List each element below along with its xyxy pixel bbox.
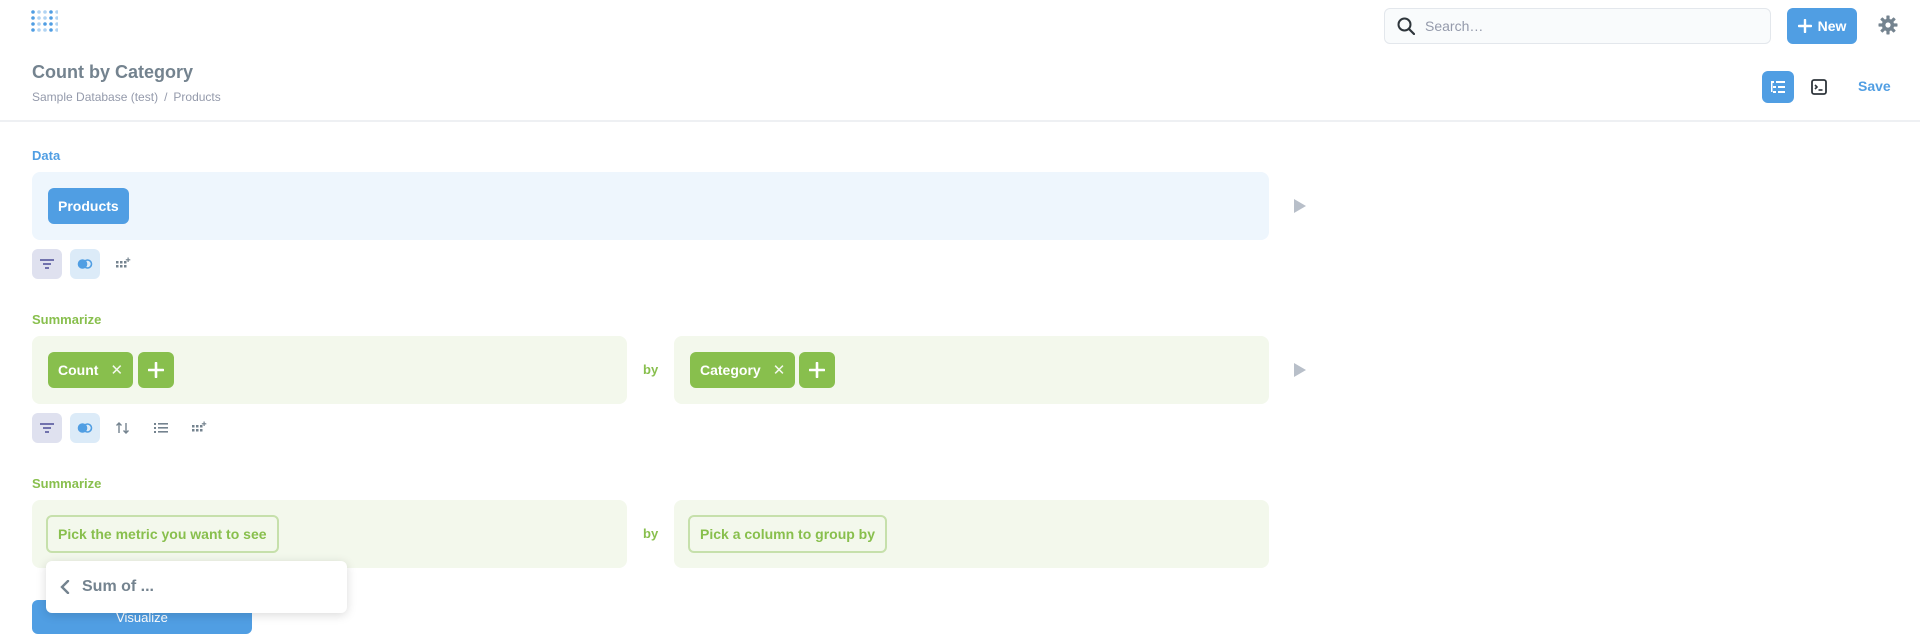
breakout-pill-label: Category xyxy=(700,362,761,378)
play-icon[interactable] xyxy=(1294,363,1306,377)
metabase-logo-icon[interactable] xyxy=(30,9,59,37)
notebook-toggle-button[interactable] xyxy=(1762,71,1794,103)
new-button-label: New xyxy=(1817,18,1847,34)
save-button[interactable]: Save xyxy=(1858,78,1891,94)
breadcrumb-separator: / xyxy=(164,90,168,104)
summarize-step-actions xyxy=(32,413,214,443)
pick-breakout-button[interactable]: Pick a column to group by xyxy=(688,515,888,553)
summarize-metric-box: Count ✕ xyxy=(32,336,627,404)
aggregation-popover: Sum of ... xyxy=(46,561,347,613)
breadcrumb-database[interactable]: Sample Database (test) xyxy=(32,90,158,104)
by-label: by xyxy=(643,526,659,541)
custom-column-icon[interactable] xyxy=(108,249,138,279)
metric-pill-label: Count xyxy=(58,362,99,378)
summarize-step-2-label: Summarize xyxy=(32,476,102,491)
join-icon[interactable] xyxy=(70,413,100,443)
plus-icon xyxy=(148,362,164,378)
close-icon[interactable]: ✕ xyxy=(773,361,786,379)
summarize-breakout-box: Category ✕ xyxy=(674,336,1269,404)
breadcrumb: Sample Database (test) / Products xyxy=(32,90,221,104)
sql-console-icon xyxy=(1811,79,1827,95)
filter-icon[interactable] xyxy=(32,413,62,443)
navbar: New xyxy=(0,0,1920,50)
pick-metric-button[interactable]: Pick the metric you want to see xyxy=(46,515,279,553)
sql-toggle-button[interactable] xyxy=(1803,71,1835,103)
notebook-icon xyxy=(1771,81,1785,93)
custom-column-icon[interactable] xyxy=(184,413,214,443)
filter-icon[interactable] xyxy=(32,249,62,279)
plus-icon xyxy=(809,362,825,378)
gear-icon[interactable] xyxy=(1878,15,1898,35)
close-icon[interactable]: ✕ xyxy=(110,361,123,379)
play-icon[interactable] xyxy=(1294,199,1306,213)
search-input[interactable] xyxy=(1425,18,1745,34)
popover-title[interactable]: Sum of ... xyxy=(82,578,154,596)
plus-icon xyxy=(1797,19,1812,33)
join-icon[interactable] xyxy=(70,249,100,279)
new-button[interactable]: New xyxy=(1787,8,1857,44)
breakout-pill-category[interactable]: Category ✕ xyxy=(690,352,796,388)
question-header: Count by Category Sample Database (test)… xyxy=(0,50,1920,122)
search-bar[interactable] xyxy=(1384,8,1771,44)
sort-icon[interactable] xyxy=(108,413,138,443)
data-step-label: Data xyxy=(32,148,61,163)
search-icon xyxy=(1397,17,1415,35)
summarize-2-metric-box: Pick the metric you want to see xyxy=(32,500,627,568)
page-title[interactable]: Count by Category xyxy=(32,62,193,83)
row-limit-icon[interactable] xyxy=(146,413,176,443)
by-label: by xyxy=(643,362,659,377)
summarize-step-label: Summarize xyxy=(32,312,102,327)
data-step-actions xyxy=(32,249,138,279)
add-metric-button[interactable] xyxy=(138,352,174,388)
data-table-pill[interactable]: Products xyxy=(48,188,129,224)
chevron-left-icon[interactable] xyxy=(58,580,72,594)
summarize-2-breakout-box: Pick a column to group by xyxy=(674,500,1269,568)
add-breakout-button[interactable] xyxy=(799,352,835,388)
breadcrumb-table[interactable]: Products xyxy=(173,90,220,104)
data-step-box: Products xyxy=(32,172,1269,240)
metric-pill-count[interactable]: Count ✕ xyxy=(48,352,134,388)
